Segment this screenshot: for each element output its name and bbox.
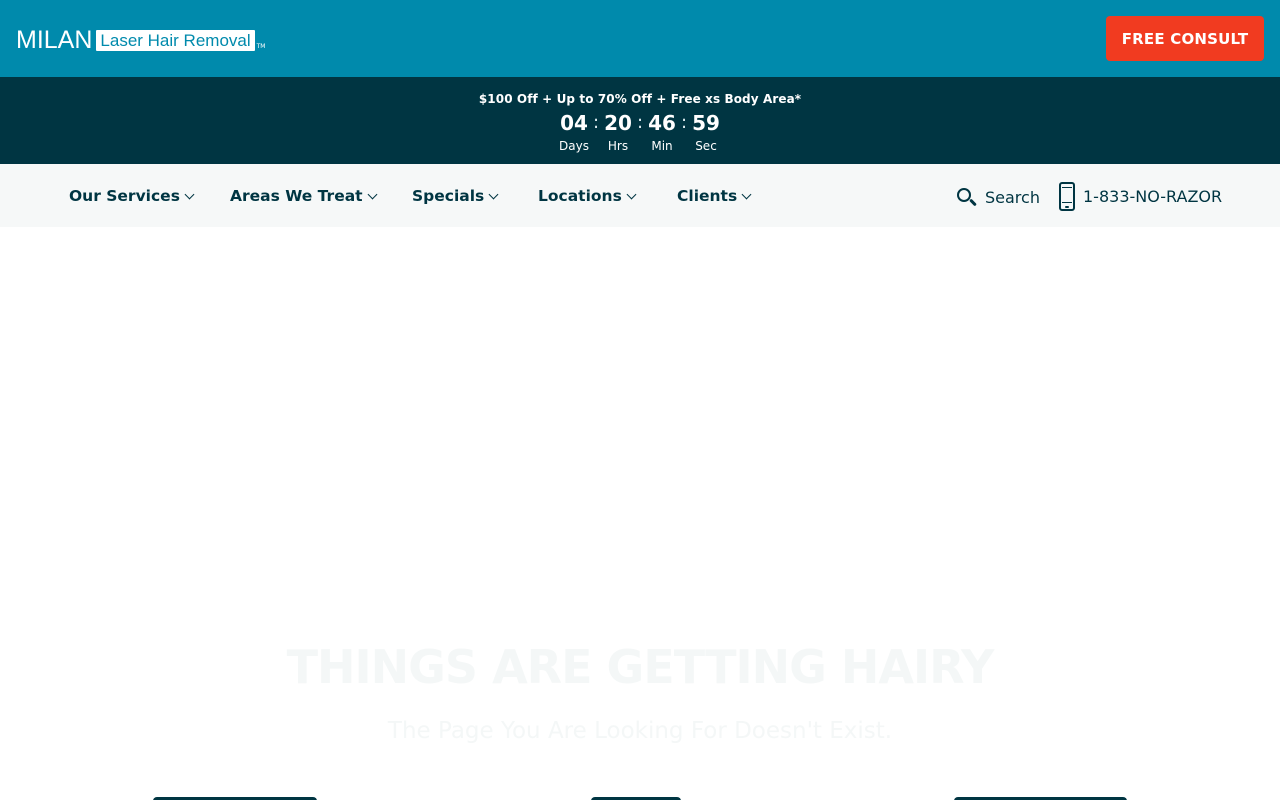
phone-link[interactable]: 1-833-NO-RAZOR xyxy=(1059,181,1222,211)
countdown-seconds: 59 Sec xyxy=(690,110,722,155)
nav-item-label: Areas We Treat xyxy=(230,187,363,205)
countdown-days-value: 04 xyxy=(560,111,588,135)
logo-brand-text: MILAN xyxy=(16,26,93,54)
countdown-seconds-value: 59 xyxy=(692,111,720,135)
countdown-separator: : xyxy=(592,112,600,133)
chevron-down-icon xyxy=(184,189,195,199)
promo-banner: $100 Off + Up to 70% Off + Free xs Body … xyxy=(0,77,1280,164)
nav-item-clients[interactable]: Clients xyxy=(677,186,752,206)
countdown-days: 04 Days xyxy=(558,110,590,155)
logo-trademark: TM xyxy=(256,43,266,50)
main-nav: Our Services Areas We Treat Specials Loc… xyxy=(0,164,1280,227)
chevron-down-icon xyxy=(741,189,752,199)
countdown-hours-value: 20 xyxy=(604,111,632,135)
nav-item-label: Our Services xyxy=(69,187,180,205)
search-button[interactable]: Search xyxy=(955,186,1040,208)
milan-logo[interactable]: MILAN Laser Hair Removal TM xyxy=(16,27,265,53)
countdown-separator: : xyxy=(680,112,688,133)
countdown-hours-label: Hrs xyxy=(607,139,629,153)
countdown-minutes-label: Min xyxy=(651,139,673,153)
free-consult-button[interactable]: FREE CONSULT xyxy=(1106,16,1264,61)
search-icon xyxy=(955,186,977,208)
nav-item-label: Specials xyxy=(412,187,485,205)
countdown-minutes-value: 46 xyxy=(648,111,676,135)
nav-item-label: Clients xyxy=(677,187,738,205)
nav-item-locations[interactable]: Locations xyxy=(538,186,637,206)
chevron-down-icon xyxy=(488,189,499,199)
top-header: MILAN Laser Hair Removal TM FREE CONSULT xyxy=(0,0,1280,77)
countdown-hours: 20 Hrs xyxy=(602,110,634,155)
chevron-down-icon xyxy=(367,189,378,199)
nav-item-label: Locations xyxy=(538,187,622,205)
page-subtitle: The Page You Are Looking For Doesn't Exi… xyxy=(387,718,893,744)
countdown-seconds-label: Sec xyxy=(695,139,717,153)
countdown-minutes: 46 Min xyxy=(646,110,678,155)
nav-item-specials[interactable]: Specials xyxy=(412,186,499,206)
logo-tagline: Laser Hair Removal xyxy=(96,29,255,51)
nav-item-our-services[interactable]: Our Services xyxy=(69,186,195,206)
chevron-down-icon xyxy=(626,189,637,199)
phone-number: 1-833-NO-RAZOR xyxy=(1083,186,1223,206)
countdown-separator: : xyxy=(636,112,644,133)
promo-offer-text[interactable]: $100 Off + Up to 70% Off + Free xs Body … xyxy=(0,92,1280,106)
search-label: Search xyxy=(985,187,1040,207)
nav-item-areas-we-treat[interactable]: Areas We Treat xyxy=(230,186,378,206)
page-title: THINGS ARE GETTING HAIRY xyxy=(286,640,995,694)
phone-icon xyxy=(1059,181,1075,211)
countdown-days-label: Days xyxy=(559,139,589,153)
countdown-timer: 04 Days : 20 Hrs : 46 Min : 59 Sec xyxy=(0,110,1280,155)
